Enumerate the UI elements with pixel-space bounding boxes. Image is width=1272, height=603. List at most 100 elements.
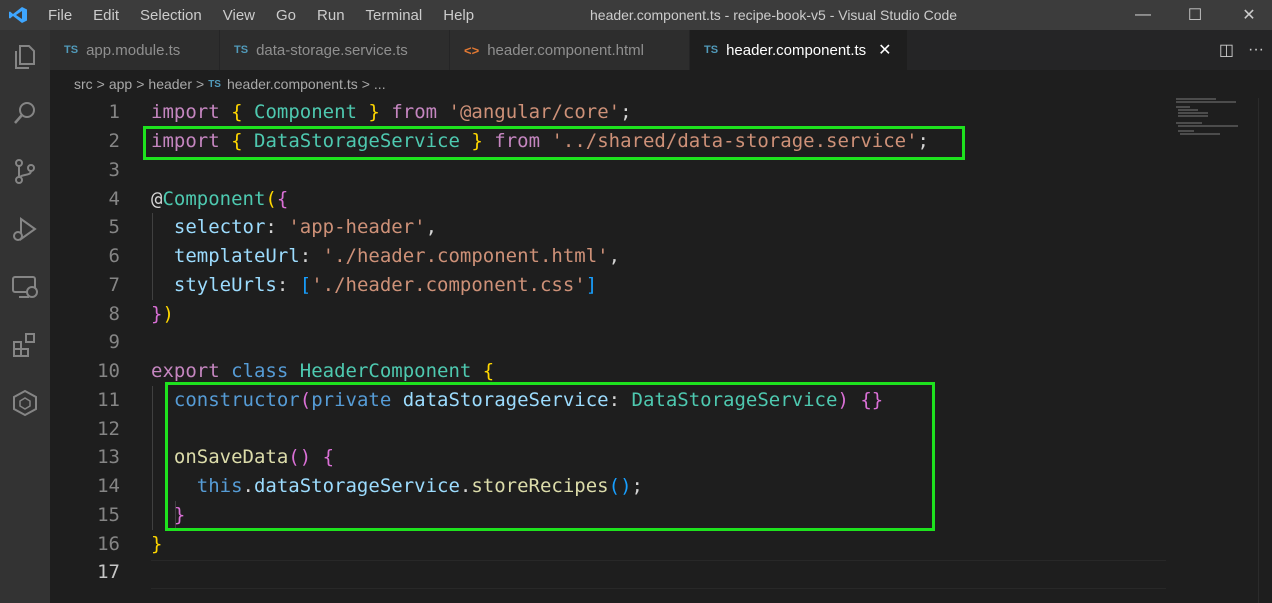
line-number: 13 [97, 446, 120, 468]
line-number: 10 [97, 360, 120, 382]
code-editor[interactable]: 1 2 3 4 5 6 7 8 9 10 11 12 13 14 15 16 1… [50, 98, 1272, 603]
code-line-7: styleUrls: ['./header.component.css'] [151, 271, 597, 300]
tab-header-component-ts[interactable]: TS header.component.ts ✕ [690, 30, 908, 70]
menu-terminal[interactable]: Terminal [366, 7, 423, 24]
token-decorator-at: @ [151, 188, 163, 210]
chevron-right-icon: > [196, 76, 205, 92]
token-punctuation: , [608, 245, 621, 267]
activity-bar [0, 30, 50, 603]
menu-bar: File Edit Selection View Go Run Terminal… [48, 0, 495, 30]
line-number: 7 [108, 274, 120, 296]
typescript-file-icon: TS [234, 44, 249, 56]
token-punctuation: : [276, 274, 289, 296]
breadcrumb-app[interactable]: app [109, 76, 132, 92]
chevron-right-icon: > [136, 76, 145, 92]
breadcrumb-file[interactable]: header.component.ts [227, 76, 358, 92]
line-number: 3 [108, 159, 120, 181]
menu-file[interactable]: File [48, 7, 72, 24]
minimap-line [1176, 101, 1236, 103]
menu-edit[interactable]: Edit [93, 7, 119, 24]
line-number: 12 [97, 418, 120, 440]
token-string: 'app-header' [288, 216, 426, 238]
line-number: 5 [108, 216, 120, 238]
token-bracket: [ [299, 274, 312, 296]
html-file-icon: <> [464, 42, 480, 58]
token-keyword: from [391, 101, 438, 123]
menu-run[interactable]: Run [317, 7, 345, 24]
line-number: 6 [108, 245, 120, 267]
token-property: templateUrl [173, 245, 300, 267]
token-punctuation: : [299, 245, 312, 267]
explorer-icon[interactable] [10, 42, 40, 72]
run-debug-icon[interactable] [10, 214, 40, 244]
token-string: './header.component.css' [311, 274, 586, 296]
tab-app-module[interactable]: TS app.module.ts [50, 30, 220, 70]
token-punctuation: , [425, 216, 438, 238]
token-brace: { [231, 101, 243, 123]
chevron-right-icon: > [361, 76, 370, 92]
token-keyword: import [151, 101, 220, 123]
line-number-current: 17 [97, 561, 120, 583]
window-title: header.component.ts - recipe-book-v5 - V… [590, 7, 958, 23]
highlight-box-class-body [165, 382, 935, 531]
code-line-16: } [151, 530, 162, 559]
breadcrumb-symbol[interactable]: ... [374, 76, 386, 92]
minimap-line [1178, 115, 1208, 117]
line-number: 11 [97, 389, 120, 411]
breadcrumb: src > app > header > TS header.component… [74, 70, 386, 98]
maximize-button[interactable]: ☐ [1172, 0, 1218, 30]
token-punctuation: : [265, 216, 277, 238]
token-bracket: ] [585, 274, 598, 296]
extensions-icon[interactable] [10, 330, 40, 360]
split-editor-icon[interactable]: ◫ [1219, 40, 1234, 60]
line-number: 8 [108, 303, 120, 325]
token-brace: } [151, 303, 163, 325]
tab-label: app.module.ts [86, 41, 181, 59]
token-string: '@angular/core' [448, 101, 621, 123]
code-line-8: }) [151, 300, 174, 329]
typescript-file-icon: TS [704, 44, 719, 56]
token-paren: ) [162, 303, 174, 325]
token-brace: { [276, 188, 289, 210]
tab-header-component-html[interactable]: <> header.component.html [450, 30, 690, 70]
token-import-name: Component [254, 101, 357, 123]
token-brace: { [482, 360, 495, 382]
tab-label: header.component.ts [726, 41, 867, 59]
line-number: 2 [108, 130, 120, 152]
menu-view[interactable]: View [223, 7, 255, 24]
close-window-button[interactable]: ✕ [1226, 0, 1272, 30]
menu-selection[interactable]: Selection [140, 7, 202, 24]
source-control-icon[interactable] [10, 156, 40, 186]
token-decorator: Component [162, 188, 266, 210]
minimap-line [1176, 122, 1202, 124]
highlight-box-import [143, 126, 965, 160]
token-keyword: export [151, 360, 220, 382]
breadcrumb-src[interactable]: src [74, 76, 93, 92]
more-actions-icon[interactable]: ··· [1248, 41, 1264, 59]
typescript-file-icon: TS [208, 78, 221, 90]
minimap-line [1178, 130, 1194, 132]
code-line-6: templateUrl: './header.component.html', [151, 242, 620, 271]
vertical-scrollbar[interactable] [1258, 98, 1272, 603]
minimap-line [1176, 106, 1190, 108]
token-brace: } [151, 533, 163, 555]
minimap-line [1178, 109, 1198, 111]
minimize-button[interactable]: — [1120, 0, 1166, 30]
chevron-right-icon: > [96, 76, 105, 92]
search-icon[interactable] [10, 98, 40, 128]
line-number: 15 [97, 504, 120, 526]
minimap-line [1180, 133, 1220, 135]
tab-data-storage-service[interactable]: TS data-storage.service.ts [220, 30, 450, 70]
breadcrumb-header[interactable]: header [148, 76, 192, 92]
minimap-line [1178, 112, 1208, 114]
minimap[interactable] [1124, 98, 1238, 158]
minimap-line [1178, 125, 1238, 127]
menu-help[interactable]: Help [443, 7, 474, 24]
menu-go[interactable]: Go [276, 7, 296, 24]
deploy-icon[interactable] [10, 388, 40, 418]
token-property: selector [173, 216, 266, 238]
tab-actions: ◫ ··· [1219, 30, 1264, 70]
remote-explorer-icon[interactable] [10, 272, 40, 302]
tab-label: header.component.html [487, 41, 644, 59]
close-tab-icon[interactable]: ✕ [878, 40, 891, 60]
